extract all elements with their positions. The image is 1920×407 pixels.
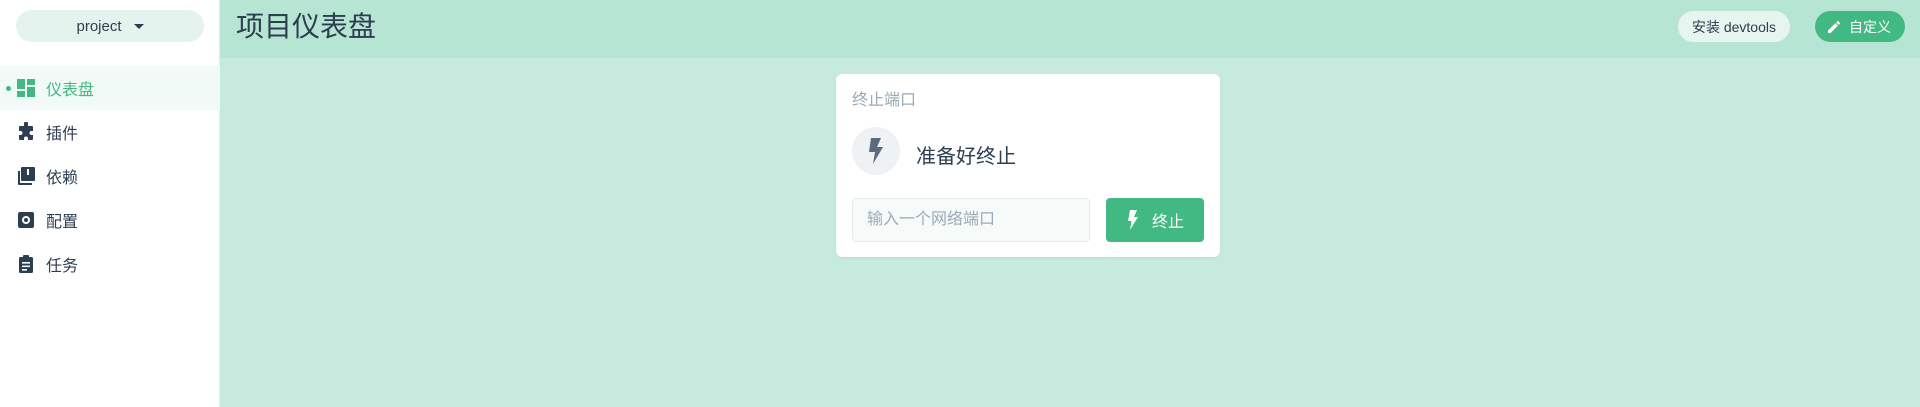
lightning-icon	[852, 127, 900, 175]
customize-label: 自定义	[1849, 18, 1891, 35]
sidebar-item-label: 仪表盘	[46, 82, 95, 99]
app: project 仪表盘 插件 依赖 配置 任务 项目仪表盘 安装 devtool…	[0, 0, 1920, 407]
sidebar-nav: 仪表盘 插件 依赖 配置 任务	[0, 66, 220, 286]
pencil-icon	[1828, 20, 1841, 33]
customize-button[interactable]: 自定义	[1815, 11, 1905, 42]
clipboard-icon	[16, 254, 36, 274]
active-indicator	[6, 86, 11, 91]
header: 项目仪表盘 安装 devtools 自定义	[220, 0, 1920, 58]
settings-icon	[16, 210, 36, 230]
install-devtools-label: 安装 devtools	[1691, 18, 1776, 35]
sidebar-item-label: 插件	[46, 126, 79, 143]
sidebar-item-label: 任务	[46, 258, 79, 275]
kill-port-card: 终止端口 准备好终止 终止	[836, 74, 1220, 257]
dashboard-icon	[16, 78, 36, 98]
sidebar-item-dashboard[interactable]: 仪表盘	[0, 66, 220, 110]
sidebar: project 仪表盘 插件 依赖 配置 任务	[0, 0, 220, 407]
page-title: 项目仪表盘	[236, 11, 377, 42]
sidebar-item-label: 配置	[46, 214, 79, 231]
caret-down-icon	[133, 23, 144, 29]
kill-button[interactable]: 终止	[1106, 198, 1204, 242]
port-input[interactable]	[852, 198, 1090, 242]
sidebar-item-dependencies[interactable]: 依赖	[0, 154, 220, 198]
library-icon	[16, 166, 36, 186]
lightning-icon	[1127, 210, 1138, 230]
sidebar-item-configuration[interactable]: 配置	[0, 198, 220, 242]
puzzle-icon	[16, 122, 36, 142]
project-select-label: project	[76, 17, 122, 35]
sidebar-item-label: 依赖	[46, 170, 79, 187]
status-text: 准备好终止	[916, 146, 1016, 168]
kill-button-label: 终止	[1151, 214, 1184, 231]
sidebar-item-tasks[interactable]: 任务	[0, 242, 220, 286]
sidebar-item-plugins[interactable]: 插件	[0, 110, 220, 154]
card-title: 终止端口	[852, 92, 917, 109]
install-devtools-button[interactable]: 安装 devtools	[1677, 11, 1790, 42]
project-select[interactable]: project	[16, 10, 204, 42]
